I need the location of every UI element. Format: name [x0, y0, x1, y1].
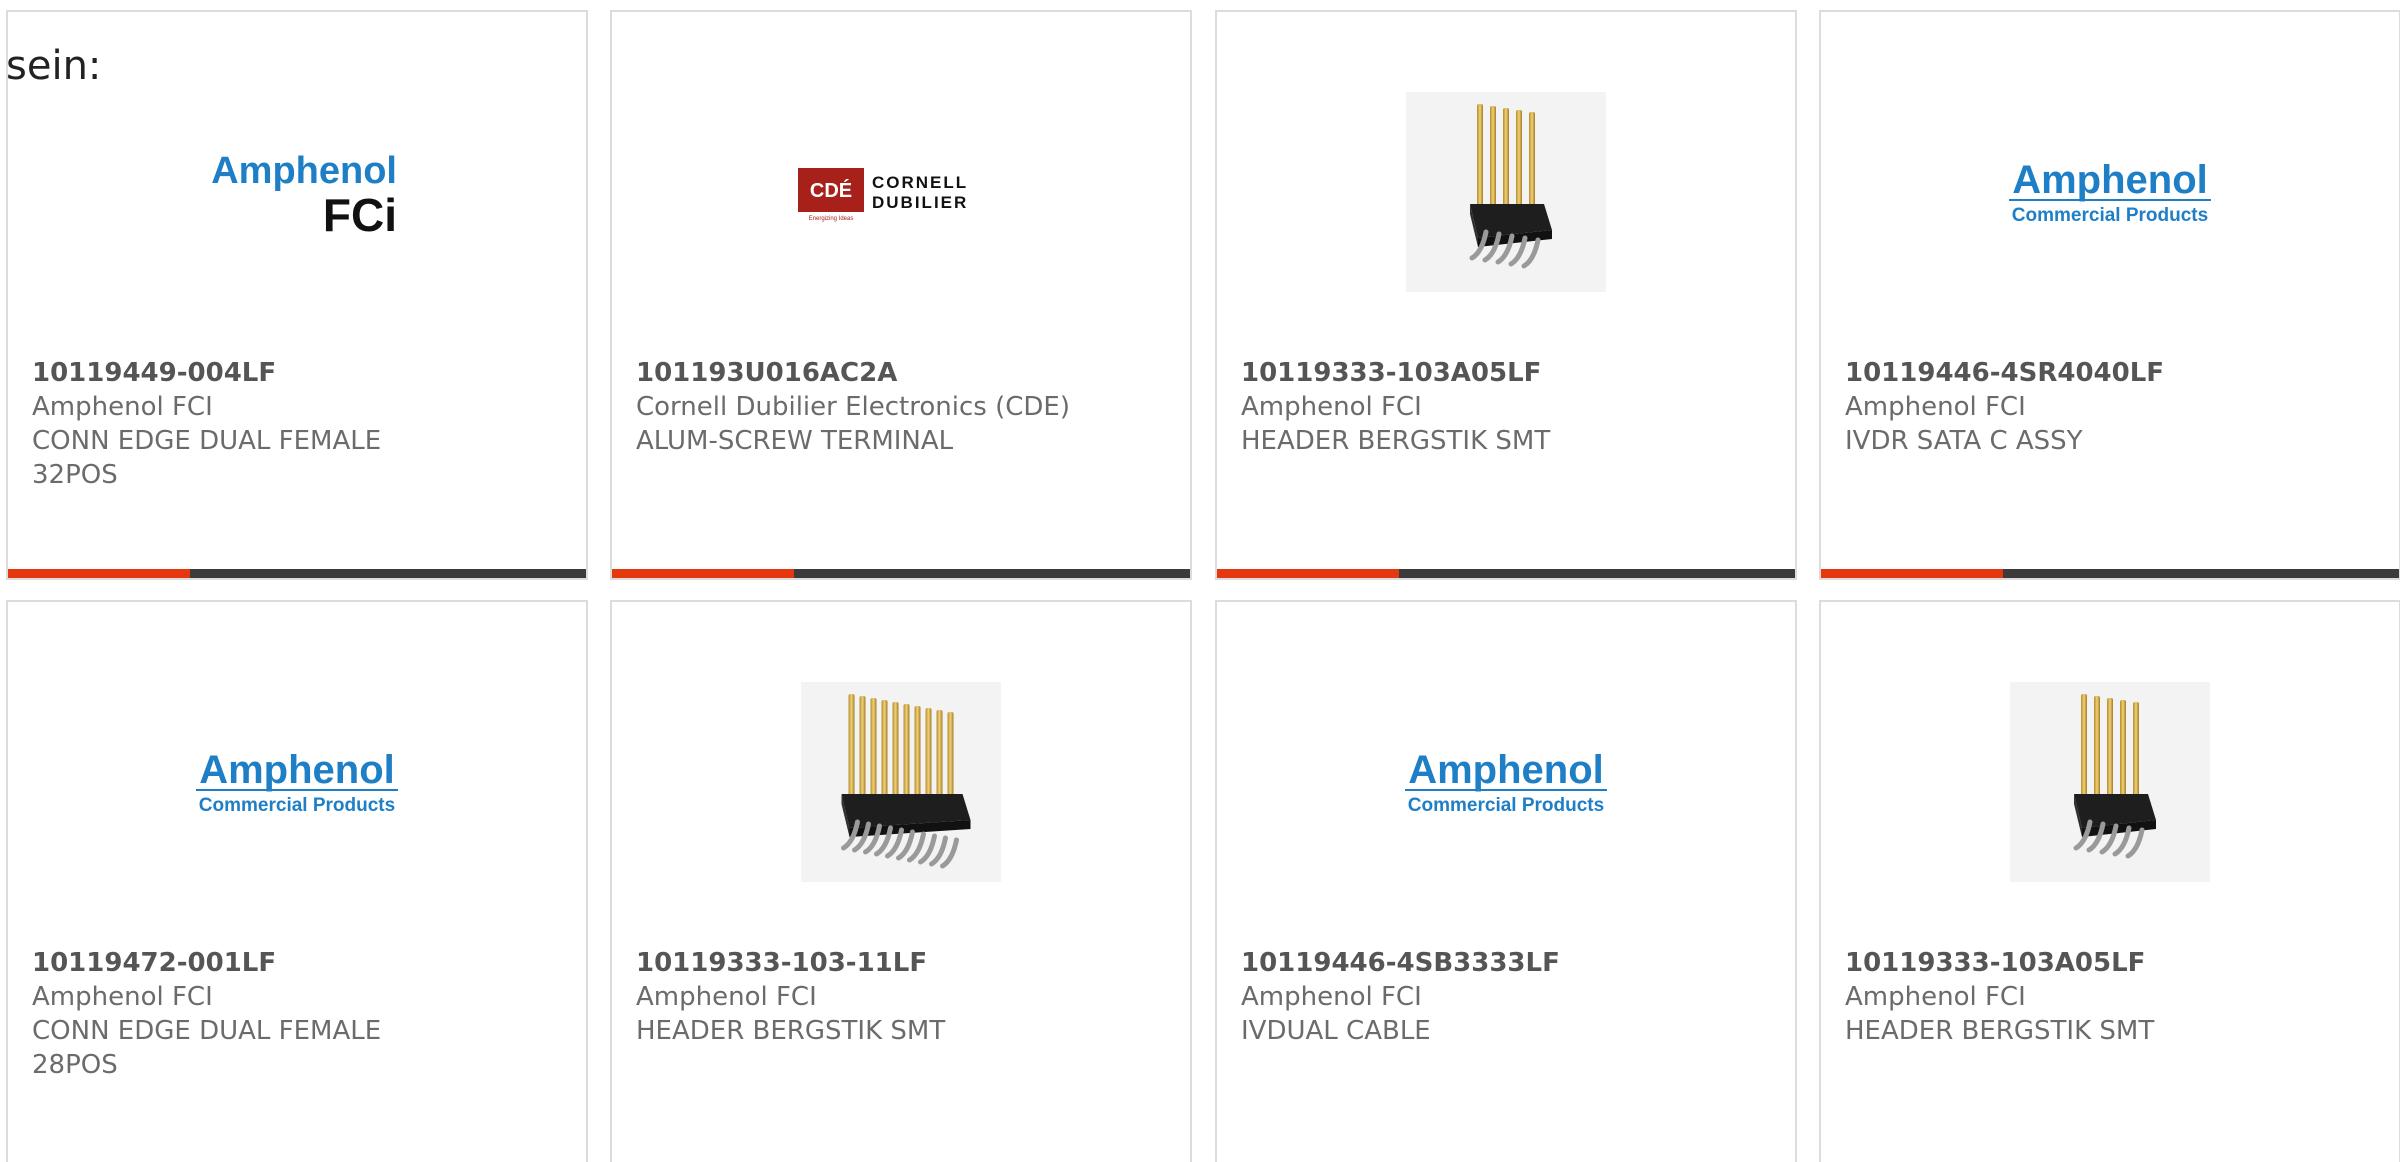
- product-description: HEADER BERGSTIK SMT: [636, 1016, 946, 1046]
- product-info: 10119333-103A05LF Amphenol FCI HEADER BE…: [1845, 946, 2375, 1048]
- card-accent-bar: [612, 569, 1190, 578]
- product-description: HEADER BERGSTIK SMT: [1845, 1016, 2155, 1046]
- product-description: ALUM-SCREW TERMINAL: [636, 426, 954, 456]
- product-image[interactable]: Amphenol Commercial Products: [8, 662, 586, 902]
- logo-line2: Commercial Products: [1408, 795, 1604, 816]
- product-image[interactable]: [1821, 662, 2399, 902]
- product-card[interactable]: Amphenol FCi 10119449-004LF Amphenol FCI…: [6, 10, 588, 580]
- amphenol-fci-logo: Amphenol FCi: [211, 150, 397, 237]
- card-accent-fill: [8, 569, 191, 578]
- amphenol-commercial-logo: Amphenol Commercial Products: [2009, 158, 2211, 226]
- manufacturer-name: Amphenol FCI: [32, 982, 213, 1012]
- product-description: IVDUAL CABLE: [1241, 1016, 1431, 1046]
- pin-header-5-image: [2010, 682, 2210, 882]
- product-card[interactable]: Amphenol Commercial Products 10119446-4S…: [1215, 600, 1797, 1162]
- logo-mark: CDÉ: [810, 179, 852, 202]
- product-card[interactable]: Amphenol Commercial Products 10119472-00…: [6, 600, 588, 1162]
- part-number-link[interactable]: 10119446-4SR4040LF: [1845, 356, 2375, 390]
- manufacturer-name: Cornell Dubilier Electronics (CDE): [636, 392, 1070, 422]
- part-number-link[interactable]: 10119333-103A05LF: [1845, 946, 2375, 980]
- logo-line2: DUBILIER: [872, 193, 968, 212]
- logo-line1: Amphenol: [211, 150, 397, 192]
- product-image[interactable]: Amphenol Commercial Products: [1821, 72, 2399, 312]
- card-accent-fill: [612, 569, 795, 578]
- product-info: 10119333-103-11LF Amphenol FCI HEADER BE…: [636, 946, 1166, 1048]
- product-description: CONN EDGE DUAL FEMALE 28POS: [32, 1016, 382, 1080]
- manufacturer-name: Amphenol FCI: [1241, 392, 1422, 422]
- manufacturer-name: Amphenol FCI: [1845, 982, 2026, 1012]
- logo-line2: Commercial Products: [199, 795, 395, 816]
- logo-line1: Amphenol: [199, 748, 395, 792]
- product-info: 10119446-4SB3333LF Amphenol FCI IVDUAL C…: [1241, 946, 1771, 1048]
- product-image[interactable]: Amphenol FCi: [8, 72, 586, 312]
- product-card[interactable]: 10119333-103A05LF Amphenol FCI HEADER BE…: [1819, 600, 2400, 1162]
- product-info: 101193U016AC2A Cornell Dubilier Electron…: [636, 356, 1166, 458]
- card-accent-fill: [1217, 569, 1400, 578]
- card-accent-bar: [1217, 569, 1795, 578]
- product-card[interactable]: 10119333-103A05LF Amphenol FCI HEADER BE…: [1215, 10, 1797, 580]
- manufacturer-name: Amphenol FCI: [32, 392, 213, 422]
- product-card[interactable]: CDÉ Energizing Ideas CORNELL DUBILIER 10…: [610, 10, 1192, 580]
- product-image[interactable]: CDÉ Energizing Ideas CORNELL DUBILIER: [612, 72, 1190, 312]
- product-card[interactable]: Amphenol Commercial Products 10119446-4S…: [1819, 10, 2400, 580]
- intro-text: sein:: [6, 43, 102, 89]
- logo-line1: CORNELL: [872, 173, 968, 192]
- logo-tagline: Energizing Ideas: [809, 216, 854, 222]
- manufacturer-name: Amphenol FCI: [636, 982, 817, 1012]
- product-description: IVDR SATA C ASSY: [1845, 426, 2083, 456]
- pin-header-5-image: [1406, 92, 1606, 292]
- pin-header-10-image: [801, 682, 1001, 882]
- logo-line2: Commercial Products: [2012, 205, 2208, 226]
- product-description: HEADER BERGSTIK SMT: [1241, 426, 1551, 456]
- product-description: CONN EDGE DUAL FEMALE 32POS: [32, 426, 382, 490]
- card-accent-fill: [1821, 569, 2004, 578]
- manufacturer-name: Amphenol FCI: [1241, 982, 1422, 1012]
- amphenol-commercial-logo: Amphenol Commercial Products: [196, 748, 398, 816]
- part-number-link[interactable]: 10119472-001LF: [32, 946, 562, 980]
- part-number-link[interactable]: 10119446-4SB3333LF: [1241, 946, 1771, 980]
- product-info: 10119472-001LF Amphenol FCI CONN EDGE DU…: [32, 946, 562, 1082]
- product-info: 10119333-103A05LF Amphenol FCI HEADER BE…: [1241, 356, 1771, 458]
- logo-line2: FCi: [323, 189, 397, 237]
- logo-line1: Amphenol: [2012, 158, 2208, 202]
- logo-line1: Amphenol: [1408, 748, 1604, 792]
- part-number-link[interactable]: 10119333-103-11LF: [636, 946, 1166, 980]
- product-image[interactable]: [612, 662, 1190, 902]
- card-accent-bar: [8, 569, 586, 578]
- part-number-link[interactable]: 101193U016AC2A: [636, 356, 1166, 390]
- cornell-dubilier-logo: CDÉ Energizing Ideas CORNELL DUBILIER: [798, 168, 968, 222]
- card-accent-bar: [1821, 569, 2399, 578]
- part-number-link[interactable]: 10119449-004LF: [32, 356, 562, 390]
- amphenol-commercial-logo: Amphenol Commercial Products: [1405, 748, 1607, 816]
- product-info: 10119446-4SR4040LF Amphenol FCI IVDR SAT…: [1845, 356, 2375, 458]
- product-card[interactable]: 10119333-103-11LF Amphenol FCI HEADER BE…: [610, 600, 1192, 1162]
- product-info: 10119449-004LF Amphenol FCI CONN EDGE DU…: [32, 356, 562, 492]
- product-image[interactable]: [1217, 72, 1795, 312]
- product-image[interactable]: Amphenol Commercial Products: [1217, 662, 1795, 902]
- part-number-link[interactable]: 10119333-103A05LF: [1241, 356, 1771, 390]
- manufacturer-name: Amphenol FCI: [1845, 392, 2026, 422]
